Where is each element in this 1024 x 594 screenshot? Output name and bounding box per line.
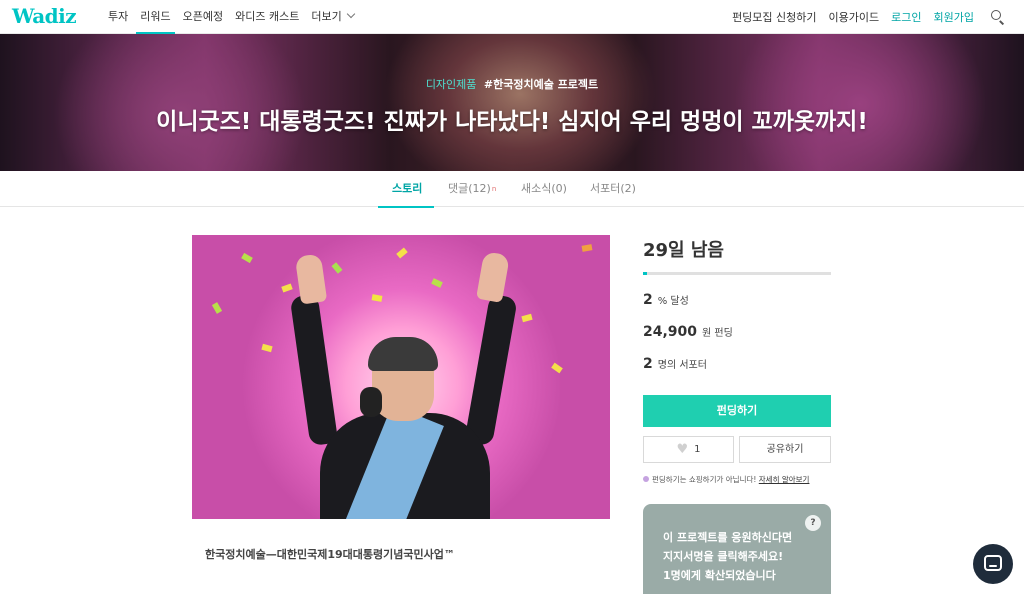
help-icon[interactable]: ? — [805, 515, 821, 531]
tab-supporters[interactable]: 서포터(2) — [590, 171, 636, 207]
funding-progress-fill — [643, 272, 647, 275]
heart-icon: ♥ — [676, 442, 689, 457]
login-link[interactable]: 로그인 — [891, 9, 921, 25]
supporter-unit: 명의 서포터 — [657, 360, 707, 371]
user-menu: 펀딩모집 신청하기 이용가이드 로그인 회원가입 — [732, 0, 1024, 34]
signup-link[interactable]: 회원가입 — [934, 9, 974, 25]
category-label[interactable]: 디자인제품 — [426, 78, 477, 91]
story-caption: 한국정치예술—대한민국제19대대통령기념국민사업™ — [205, 548, 455, 561]
new-badge: n — [491, 185, 497, 193]
project-category: 디자인제품 #한국정치예술 프로젝트 — [0, 76, 1024, 92]
project-tabs: 스토리 댓글(12)n 새소식(0) 서포터(2) — [0, 171, 1024, 208]
funding-progress-bar — [643, 272, 831, 275]
funded-value: 24,900 — [643, 324, 698, 340]
nav-open-soon[interactable]: 오픈예정 — [183, 0, 223, 34]
days-remaining: 29일 남음 — [643, 240, 724, 261]
achievement-value: 2 — [643, 292, 653, 308]
learn-more-link[interactable]: 자세히 알아보기 — [759, 475, 810, 484]
like-button[interactable]: ♥ 1 — [643, 436, 734, 463]
search-icon[interactable] — [986, 5, 1010, 29]
wadiz-logo[interactable]: Wadiz — [12, 4, 77, 28]
achievement-rate: 2 % 달성 — [643, 292, 689, 308]
notice-text: 펀딩하기는 쇼핑하기가 아닙니다! — [652, 475, 757, 484]
funding-notice: 펀딩하기는 쇼핑하기가 아닙니다! 자세히 알아보기 — [643, 474, 809, 485]
achievement-unit: % 달성 — [657, 296, 689, 307]
top-navigation: Wadiz 투자 리워드 오픈예정 와디즈 캐스트 더보기 펀딩모집 신청하기 … — [0, 0, 1024, 34]
project-title: 이니굿즈! 대통령굿즈! 진짜가 나타났다! 심지어 우리 멍멍이 꼬까옷까지! — [156, 109, 868, 135]
support-line-2: 지지서명을 클릭해주세요! — [663, 550, 784, 563]
project-banner: 디자인제품 #한국정치예술 프로젝트 이니굿즈! 대통령굿즈! 진짜가 나타났다… — [0, 34, 1024, 171]
nav-reward[interactable]: 리워드 — [136, 0, 176, 34]
support-line-3: 1명에게 확산되었습니다 — [663, 569, 776, 582]
fund-button[interactable]: 펀딩하기 — [643, 395, 831, 427]
main-menu: 투자 리워드 오픈예정 와디즈 캐스트 더보기 — [108, 0, 366, 34]
nav-more-label: 더보기 — [311, 10, 342, 23]
project-main-image — [192, 235, 610, 519]
notice-dot-icon — [643, 476, 649, 482]
support-line-1: 이 프로젝트를 응원하신다면 — [663, 531, 793, 544]
funded-unit: 원 펀딩 — [702, 328, 733, 339]
chat-button[interactable] — [973, 544, 1013, 584]
project-hashtag[interactable]: #한국정치예술 프로젝트 — [484, 78, 598, 91]
supporter-count: 2 명의 서포터 — [643, 356, 707, 372]
supporter-value: 2 — [643, 356, 653, 372]
apply-funding-link[interactable]: 펀딩모집 신청하기 — [732, 9, 816, 25]
chevron-down-icon — [346, 9, 355, 19]
tab-comments-label: 댓글(12) — [448, 182, 491, 195]
funded-amount: 24,900 원 펀딩 — [643, 324, 733, 340]
tab-story[interactable]: 스토리 — [377, 171, 435, 208]
share-button[interactable]: 공유하기 — [739, 436, 831, 463]
support-signature-box[interactable]: ? 이 프로젝트를 응원하신다면 지지서명을 클릭해주세요! 1명에게 확산되었… — [643, 504, 831, 594]
tab-news[interactable]: 새소식(0) — [521, 171, 567, 207]
support-message: 이 프로젝트를 응원하신다면 지지서명을 클릭해주세요! 1명에게 확산되었습니… — [663, 528, 792, 585]
nav-invest[interactable]: 투자 — [108, 0, 128, 34]
chat-icon — [984, 555, 1002, 571]
tab-comments[interactable]: 댓글(12)n — [448, 171, 496, 207]
user-guide-link[interactable]: 이용가이드 — [829, 9, 880, 25]
like-count: 1 — [694, 444, 701, 455]
nav-wadiz-cast[interactable]: 와디즈 캐스트 — [235, 0, 299, 34]
nav-more[interactable]: 더보기 — [311, 0, 355, 34]
